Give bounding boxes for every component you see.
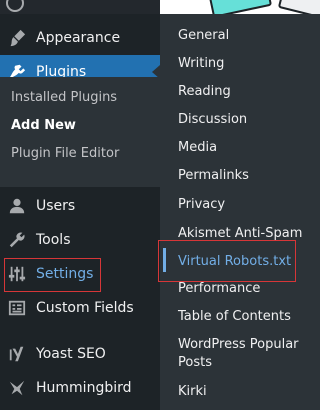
settings-flyout-menu: General Writing Reading Discussion Media… xyxy=(160,14,320,410)
plugins-submenu: Installed Plugins Add New Plugin File Ed… xyxy=(0,77,160,187)
flyout-item-privacy[interactable]: Privacy xyxy=(178,196,308,214)
yoast-icon xyxy=(7,344,27,364)
flyout-item-media[interactable]: Media xyxy=(178,139,308,157)
submenu-item-add-new[interactable]: Add New xyxy=(11,118,76,133)
sidebar-item-label: Yoast SEO xyxy=(36,346,106,362)
sidebar-item-users[interactable]: Users xyxy=(0,189,160,223)
flyout-item-discussion[interactable]: Discussion xyxy=(178,111,308,129)
sidebar-item-label: Custom Fields xyxy=(36,300,134,316)
sidebar-item-tools[interactable]: Tools xyxy=(0,223,160,257)
user-icon xyxy=(7,196,27,216)
sidebar-item-label: Appearance xyxy=(36,30,121,46)
submenu-item-plugin-file-editor[interactable]: Plugin File Editor xyxy=(11,146,119,161)
sidebar-item-label: Tools xyxy=(36,232,71,248)
flyout-item-kirki[interactable]: Kirki xyxy=(178,383,308,401)
grid-icon xyxy=(7,298,27,318)
sidebar-item-appearance[interactable]: Appearance xyxy=(0,21,160,55)
content-illustration xyxy=(160,0,320,20)
paintbrush-icon xyxy=(7,28,27,48)
virtual-robots-highlight-box xyxy=(158,240,296,282)
sidebar-item-hummingbird[interactable]: Hummingbird xyxy=(0,371,160,405)
sidebar-item-label: Hummingbird xyxy=(36,380,132,396)
dashboard-icon xyxy=(6,0,24,12)
sidebar-item-custom-fields[interactable]: Custom Fields xyxy=(0,291,160,325)
settings-highlight-box xyxy=(4,258,101,292)
flyout-item-performance[interactable]: Performance xyxy=(178,280,308,298)
flyout-item-permalinks[interactable]: Permalinks xyxy=(178,167,308,185)
hummingbird-icon xyxy=(7,378,27,398)
flyout-item-table-of-contents[interactable]: Table of Contents xyxy=(178,308,308,326)
flyout-item-general[interactable]: General xyxy=(178,27,308,45)
wrench-icon xyxy=(7,230,27,250)
flyout-item-reading[interactable]: Reading xyxy=(178,83,308,101)
sidebar-item-label: Users xyxy=(36,198,76,214)
sidebar-item-yoast-seo[interactable]: Yoast SEO xyxy=(0,337,160,371)
flyout-item-wordpress-popular-posts[interactable]: WordPress Popular Posts xyxy=(178,336,308,372)
submenu-item-installed-plugins[interactable]: Installed Plugins xyxy=(11,90,117,105)
flyout-item-writing[interactable]: Writing xyxy=(178,55,308,73)
